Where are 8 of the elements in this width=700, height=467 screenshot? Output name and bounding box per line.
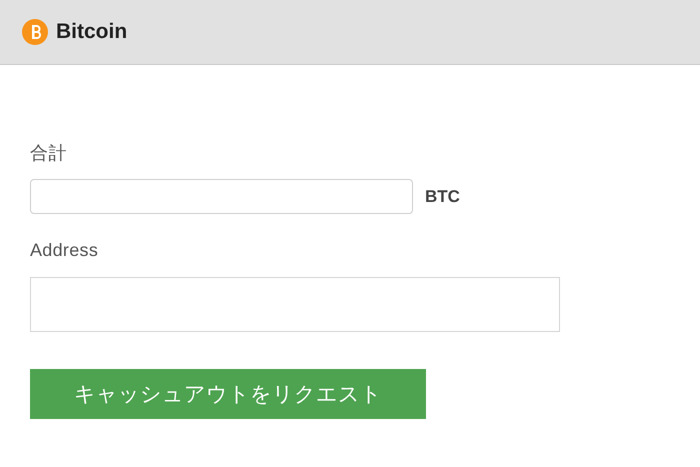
page-title: Bitcoin	[56, 20, 128, 44]
amount-field[interactable]	[30, 179, 413, 214]
address-label: Address	[30, 240, 100, 261]
unit-label: BTC	[425, 186, 460, 206]
coin-icon	[22, 19, 48, 45]
address-field[interactable]	[30, 277, 560, 332]
amount-label: 合計	[30, 142, 68, 165]
request-cashout-button[interactable]: キャッシュアウトをリクエスト	[30, 369, 426, 419]
